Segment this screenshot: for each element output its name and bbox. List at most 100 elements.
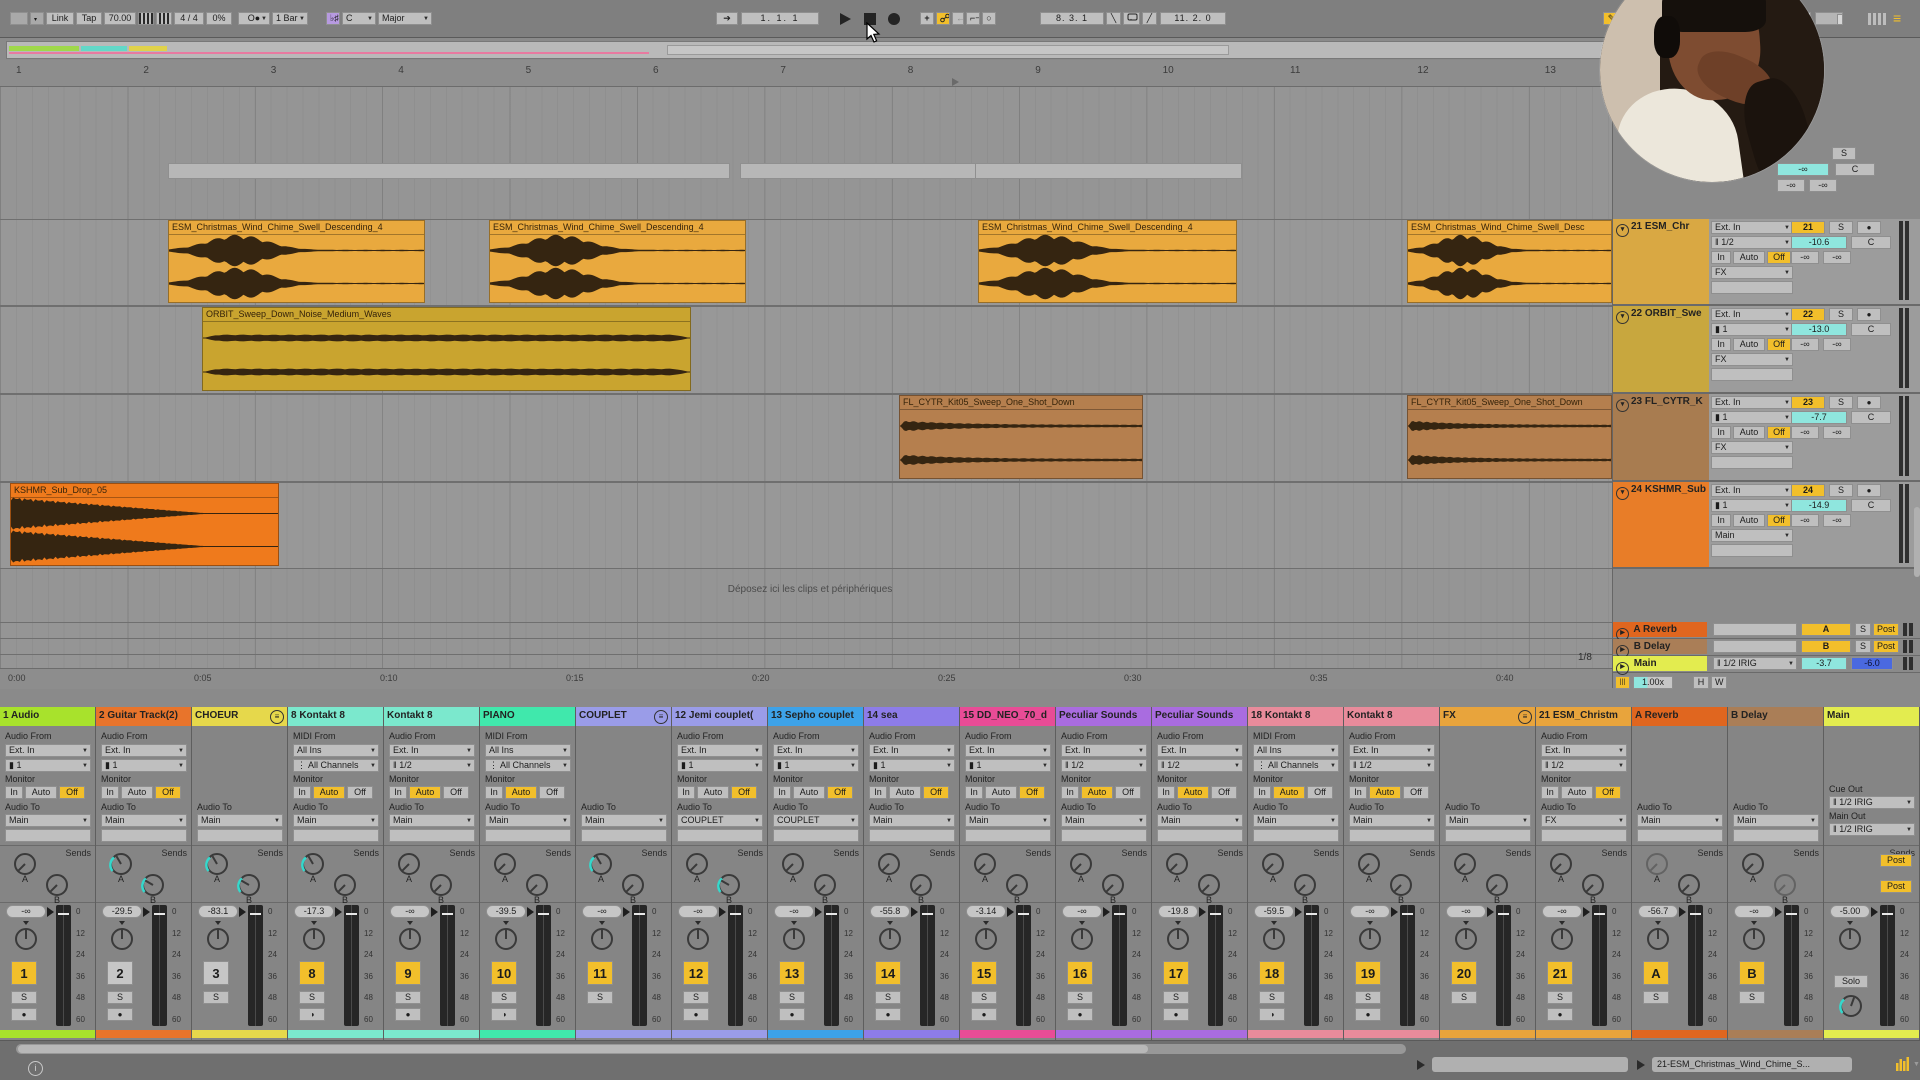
track-activator[interactable]: 1	[11, 961, 37, 985]
output-routing-menu[interactable]: COUPLET	[677, 814, 763, 827]
chevron-down-icon[interactable]: ▼	[1913, 1061, 1920, 1068]
time-signature-field[interactable]: 4 / 4	[174, 12, 204, 25]
mini-clip[interactable]	[975, 163, 1242, 179]
input-routing-menu[interactable]: Ext. In	[1349, 744, 1435, 757]
track-activator[interactable]: 13	[779, 961, 805, 985]
pan-knob[interactable]	[685, 926, 711, 957]
pan-field[interactable]: C	[1835, 163, 1875, 176]
app-menu-chevron[interactable]: ▾	[30, 12, 44, 25]
solo-button[interactable]: S	[1832, 147, 1856, 160]
monitor-off-button[interactable]: Off	[731, 786, 757, 799]
mixer-track-title[interactable]: CHOEUR≡	[192, 707, 287, 726]
monitor-in-button[interactable]: In	[1349, 786, 1367, 799]
monitor-off-button[interactable]: Off	[827, 786, 853, 799]
volume-fader[interactable]	[1304, 905, 1319, 1026]
input-routing-menu[interactable]: All Ins	[485, 744, 571, 757]
input-routing-menu[interactable]: Ext. In	[1711, 396, 1793, 409]
delay-field[interactable]	[1157, 829, 1243, 842]
monitor-in-button[interactable]: In	[1541, 786, 1559, 799]
mixer-track-title[interactable]: B Delay	[1728, 707, 1823, 726]
volume-db-field[interactable]: -∞	[582, 905, 622, 918]
track-activator[interactable]: 20	[1451, 961, 1477, 985]
monitor-in-button[interactable]: In	[485, 786, 503, 799]
volume-db-field[interactable]: -∞	[390, 905, 430, 918]
track-fold-icon[interactable]: ▾	[1616, 399, 1629, 412]
arm-button[interactable]: ●	[1857, 396, 1881, 409]
volume-db-field[interactable]: -∞	[1734, 905, 1774, 918]
metronome-menu[interactable]: O●	[238, 12, 270, 25]
mixer-track-title[interactable]: 12 Jemi couplet(	[672, 707, 767, 726]
volume-field[interactable]: -7.7	[1791, 411, 1847, 424]
punch-out-button[interactable]: ╱	[1142, 12, 1157, 25]
mixer-track-title[interactable]: Peculiar Sounds	[1056, 707, 1151, 726]
mini-clip[interactable]	[740, 163, 1012, 179]
pan-knob[interactable]	[493, 926, 519, 957]
nudge-up-icon[interactable]	[156, 12, 172, 25]
track-lane[interactable]: ESM_Christmas_Wind_Chime_Swell_Descendin…	[0, 219, 1612, 306]
monitor-off-button[interactable]: Off	[1767, 426, 1791, 439]
session-record-prepare-button[interactable]: ⌐¬	[966, 12, 980, 25]
delay-field[interactable]	[1445, 829, 1531, 842]
solo-button[interactable]: S	[1855, 640, 1871, 653]
follow-button[interactable]: ➔	[716, 12, 738, 25]
monitor-in-button[interactable]: In	[5, 786, 23, 799]
volume-fader[interactable]	[1496, 905, 1511, 1026]
send-b-post-toggle[interactable]: Post	[1880, 880, 1912, 893]
delay-field[interactable]	[1061, 829, 1147, 842]
monitor-in-button[interactable]: In	[1711, 426, 1731, 439]
delay-field[interactable]	[581, 829, 667, 842]
delay-field[interactable]	[1711, 368, 1793, 381]
solo-button[interactable]: S	[1355, 991, 1381, 1004]
mixer-track-title[interactable]: Main	[1824, 707, 1919, 726]
monitor-off-button[interactable]: Off	[1019, 786, 1045, 799]
track-activator[interactable]: 16	[1067, 961, 1093, 985]
volume-db-field[interactable]: -29.5	[102, 905, 142, 918]
loop-start-marker[interactable]	[952, 78, 959, 86]
volume-fader[interactable]	[536, 905, 551, 1026]
new-midi-button[interactable]: +	[920, 12, 934, 25]
volume-db-field[interactable]: -5.00	[1830, 905, 1870, 918]
monitor-off-button[interactable]: Off	[1595, 786, 1621, 799]
preview-play-icon[interactable]	[1417, 1060, 1425, 1070]
track-activator[interactable]: 10	[491, 961, 517, 985]
hamburger-menu-icon[interactable]: ≡	[1893, 11, 1901, 26]
audio-clip[interactable]: ESM_Christmas_Wind_Chime_Swell_Desc	[1407, 220, 1612, 303]
input-channel-menu[interactable]: ‖ 1/2	[1541, 759, 1627, 772]
volume-fader[interactable]	[440, 905, 455, 1026]
track-activator[interactable]: 17	[1163, 961, 1189, 985]
mixer-track-title[interactable]: Peculiar Sounds	[1152, 707, 1247, 726]
volume-fader[interactable]	[344, 905, 359, 1026]
monitor-auto-button[interactable]: Auto	[505, 786, 537, 799]
input-routing-menu[interactable]: Ext. In	[965, 744, 1051, 757]
track-header[interactable]: ▾23 FL_CYTR_KExt. In▮ 1InAutoOffFX23S●-7…	[1613, 394, 1920, 482]
track-activator[interactable]: 11	[587, 961, 613, 985]
volume-db-field[interactable]: -∞	[1350, 905, 1390, 918]
monitor-auto-button[interactable]: Auto	[1273, 786, 1305, 799]
arm-button[interactable]: ●	[395, 1008, 421, 1021]
solo-button[interactable]: S	[203, 991, 229, 1004]
return-track-row[interactable]: ▶ B DelayBSPost	[1613, 639, 1920, 656]
input-routing-menu[interactable]: Ext. In	[1157, 744, 1243, 757]
track-title[interactable]: ▾24 KSHMR_Sub	[1613, 482, 1709, 567]
pan-knob[interactable]	[1069, 926, 1095, 957]
volume-fader[interactable]	[728, 905, 743, 1026]
nudge-down-icon[interactable]	[138, 12, 154, 25]
volume-db-field[interactable]: -∞	[1542, 905, 1582, 918]
mixer-track-title[interactable]: 2 Guitar Track(2)	[96, 707, 191, 726]
track-fold-icon[interactable]: ▾	[1616, 487, 1629, 500]
send-a-field[interactable]: -∞	[1791, 426, 1819, 439]
capture-midi-button[interactable]: ○	[982, 12, 996, 25]
loop-start-field[interactable]: 8. 3. 1	[1040, 12, 1104, 25]
monitor-auto-button[interactable]: Auto	[1081, 786, 1113, 799]
follow-song-button[interactable]: ꔖ	[1615, 676, 1630, 689]
monitor-off-button[interactable]: Off	[1767, 514, 1791, 527]
monitor-auto-button[interactable]: Auto	[697, 786, 729, 799]
record-button[interactable]	[888, 13, 900, 25]
monitor-auto-button[interactable]: Auto	[25, 786, 57, 799]
input-routing-menu[interactable]: All Ins	[1253, 744, 1339, 757]
groove-amount-field[interactable]: 0%	[206, 12, 232, 25]
volume-db-field[interactable]: -59.5	[1254, 905, 1294, 918]
mixer-track-title[interactable]: 21 ESM_Christm	[1536, 707, 1631, 726]
info-view-toggle[interactable]: i	[28, 1061, 43, 1076]
audio-clip[interactable]: FL_CYTR_Kit05_Sweep_One_Shot_Down	[1407, 395, 1612, 479]
